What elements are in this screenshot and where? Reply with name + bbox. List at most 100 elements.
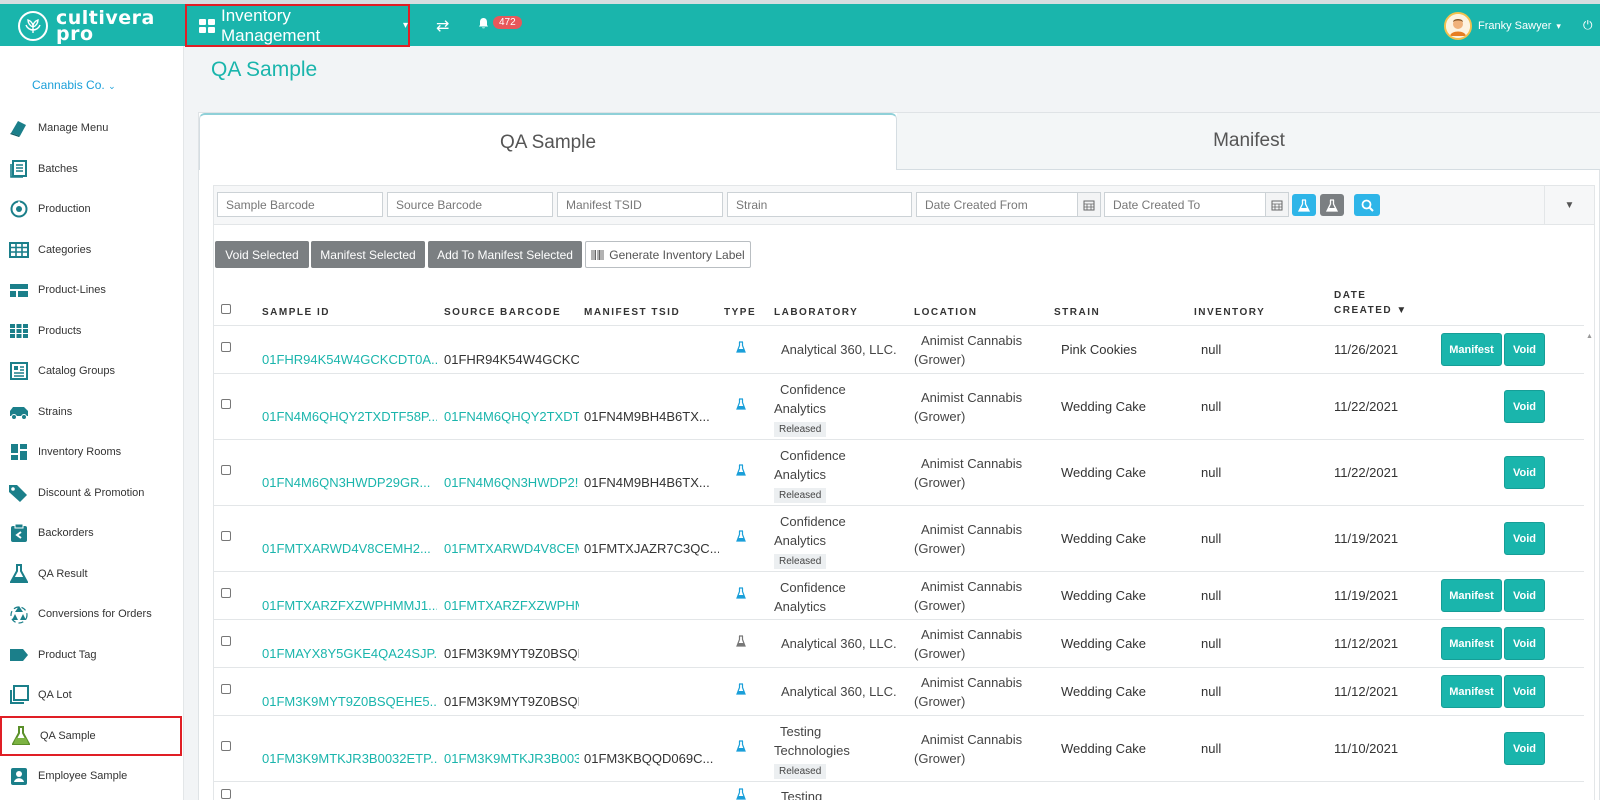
sidebar-item-qa-lot[interactable]: QA Lot bbox=[0, 675, 184, 716]
source-barcode-cell[interactable]: 01FN4M6QHQY2TXDTI bbox=[444, 409, 579, 424]
source-barcode-cell[interactable]: 01FN4M6QN3HWDP2! bbox=[444, 475, 579, 490]
user-menu[interactable]: Franky Sawyer ▾ bbox=[1444, 12, 1561, 40]
sidebar-item-backorders[interactable]: Backorders bbox=[0, 513, 184, 554]
manifest-button[interactable]: Manifest bbox=[1441, 579, 1502, 612]
power-icon[interactable]: ⏻ bbox=[1583, 18, 1593, 33]
row-checkbox[interactable] bbox=[221, 588, 231, 598]
strain-input[interactable]: Strain bbox=[727, 192, 912, 217]
col-inventory[interactable]: INVENTORY bbox=[1194, 307, 1265, 318]
calendar-from-icon[interactable] bbox=[1077, 192, 1101, 217]
table-row[interactable]: 01FMTXARZFXZWPHMMJ1... 01FMTXARZFXZWPHM Co… bbox=[214, 572, 1584, 620]
sidebar-item-discount-promotion[interactable]: Discount & Promotion bbox=[0, 473, 184, 514]
row-checkbox[interactable] bbox=[221, 399, 231, 409]
manifest-tsid-input[interactable]: Manifest TSID bbox=[557, 192, 723, 217]
row-checkbox[interactable] bbox=[221, 636, 231, 646]
table-row[interactable]: 01FN4M6QN3HWDP29GR... 01FN4M6QN3HWDP2! 01F… bbox=[214, 440, 1584, 506]
sidebar-item-manage-menu[interactable]: Manage Menu bbox=[0, 108, 184, 149]
generate-inventory-label-button[interactable]: Generate Inventory Label bbox=[585, 241, 751, 268]
sample-id-link[interactable]: 01FN4M6QHQY2TXDTF58P... bbox=[262, 409, 437, 424]
sample-id-link[interactable]: 01FHR94K54W4GCKCDT0A... bbox=[262, 352, 437, 367]
flask-filter-blue-icon[interactable] bbox=[1292, 194, 1316, 216]
source-barcode-cell[interactable]: 01FM3K9MTKJR3B003: bbox=[444, 751, 579, 766]
manifest-button[interactable]: Manifest bbox=[1441, 627, 1502, 660]
sample-id-link[interactable]: 01FMTXARZFXZWPHMMJ1... bbox=[262, 598, 437, 613]
sample-id-link[interactable]: 01FN4M6QN3HWDP29GR... bbox=[262, 475, 437, 490]
select-all-checkbox[interactable] bbox=[221, 304, 231, 314]
col-date-created[interactable]: DATE CREATED ▼ bbox=[1334, 288, 1408, 318]
row-checkbox[interactable] bbox=[221, 465, 231, 475]
table-row[interactable]: 01FHR94K54W4GCKCDT0A... 01FHR94K54W4GCKCD… bbox=[214, 326, 1584, 374]
table-row[interactable]: 01FN4M6QHQY2TXDTF58P... 01FN4M6QHQY2TXDTI… bbox=[214, 374, 1584, 440]
void-button[interactable]: Void bbox=[1504, 627, 1545, 660]
notifications-button[interactable]: 472 bbox=[478, 16, 522, 29]
source-barcode-input[interactable]: Source Barcode bbox=[387, 192, 553, 217]
sample-id-link[interactable]: 01FM3K9MTKJR3B0032ETP... bbox=[262, 751, 437, 766]
manifest-button[interactable]: Manifest bbox=[1441, 675, 1502, 708]
col-type[interactable]: TYPE bbox=[724, 307, 756, 318]
add-to-manifest-selected-button[interactable]: Add To Manifest Selected bbox=[428, 241, 582, 268]
void-button[interactable]: Void bbox=[1504, 732, 1545, 765]
col-sample-id[interactable]: SAMPLE ID bbox=[262, 307, 330, 318]
sidebar-item-batches[interactable]: Batches bbox=[0, 149, 184, 190]
row-checkbox[interactable] bbox=[221, 789, 231, 799]
void-selected-button[interactable]: Void Selected bbox=[215, 241, 309, 268]
sidebar-item-strains[interactable]: Strains bbox=[0, 392, 184, 433]
sidebar-item-catalog-groups[interactable]: Catalog Groups bbox=[0, 351, 184, 392]
void-button[interactable]: Void bbox=[1504, 456, 1545, 489]
table-scrollbar[interactable] bbox=[1584, 326, 1594, 800]
sidebar-item-qa-sample[interactable]: QA Sample bbox=[0, 715, 182, 756]
scroll-up-icon[interactable]: ▲ bbox=[1586, 333, 1593, 340]
tab-qa-sample[interactable]: QA Sample bbox=[199, 113, 897, 170]
col-strain[interactable]: STRAIN bbox=[1054, 307, 1100, 318]
sidebar-item-product-lines[interactable]: Product-Lines bbox=[0, 270, 184, 311]
void-button[interactable]: Void bbox=[1504, 579, 1545, 612]
sidebar-item-production[interactable]: Production bbox=[0, 189, 184, 230]
col-laboratory[interactable]: LABORATORY bbox=[774, 307, 858, 318]
flask-filter-gray-icon[interactable] bbox=[1320, 194, 1344, 216]
void-button[interactable]: Void bbox=[1504, 522, 1545, 555]
sample-barcode-input[interactable]: Sample Barcode bbox=[217, 192, 383, 217]
module-selector[interactable]: Inventory Management ▾ bbox=[185, 4, 410, 47]
sidebar-item-categories[interactable]: Categories bbox=[0, 230, 184, 271]
swap-arrows-icon[interactable]: ⇄ bbox=[436, 16, 449, 36]
void-button[interactable]: Void bbox=[1504, 675, 1545, 708]
date-created-to-input[interactable]: Date Created To bbox=[1104, 192, 1266, 217]
sidebar-item-employee-sample[interactable]: Employee Sample bbox=[0, 756, 184, 797]
date-created-from-input[interactable]: Date Created From bbox=[916, 192, 1078, 217]
col-location[interactable]: LOCATION bbox=[914, 307, 977, 318]
source-barcode-cell[interactable]: 01FMTXARWD4V8CEM bbox=[444, 541, 579, 556]
company-selector[interactable]: Cannabis Co. ⌄ bbox=[32, 78, 116, 92]
table-row[interactable]: 01FM3K9MTKJR3B0032ETP... 01FM3K9MTKJR3B00… bbox=[214, 716, 1584, 782]
col-source-barcode[interactable]: SOURCE BARCODE bbox=[444, 307, 561, 318]
calendar-to-icon[interactable] bbox=[1265, 192, 1289, 217]
sidebar-item-qa-result[interactable]: QA Result bbox=[0, 554, 184, 595]
void-button[interactable]: Void bbox=[1504, 390, 1545, 423]
table-row[interactable]: 01FMTXARWD4V8CEMH2... 01FMTXARWD4V8CEM 01F… bbox=[214, 506, 1584, 572]
sidebar-item-products[interactable]: Products bbox=[0, 311, 184, 352]
sidebar-item-product-tag[interactable]: Product Tag bbox=[0, 635, 184, 676]
row-checkbox[interactable] bbox=[221, 741, 231, 751]
tab-manifest[interactable]: Manifest bbox=[897, 113, 1600, 170]
sidebar-item-conversions-for-orders[interactable]: Conversions for Orders bbox=[0, 594, 184, 635]
expand-filters-caret-icon[interactable]: ▼ bbox=[1544, 186, 1594, 225]
manifest-selected-button[interactable]: Manifest Selected bbox=[311, 241, 425, 268]
sample-id-link[interactable]: 01FMTXARWD4V8CEMH2... bbox=[262, 541, 437, 556]
table-row[interactable]: 01FMAYX8Y5GKE4QA24SJP... 01FM3K9MYT9Z0BSQ… bbox=[214, 620, 1584, 668]
source-barcode-cell[interactable]: 01FMTXARZFXZWPHM bbox=[444, 598, 579, 613]
sidebar-item-label: Backorders bbox=[38, 527, 94, 540]
row-checkbox[interactable] bbox=[221, 342, 231, 352]
row-checkbox[interactable] bbox=[221, 684, 231, 694]
table-row[interactable]: 01FM3K9MYT9Z0BSQEHE5... 01FM3K9MYT9Z0BSQE… bbox=[214, 668, 1584, 716]
cultivera-logo[interactable]: cultivera pro bbox=[18, 8, 178, 44]
sample-id-link[interactable]: 01FMAYX8Y5GKE4QA24SJP... bbox=[262, 646, 437, 661]
search-icon[interactable] bbox=[1354, 194, 1380, 216]
laboratory-cell: Analytical 360, LLC. bbox=[774, 682, 897, 701]
manifest-button[interactable]: Manifest bbox=[1441, 333, 1502, 366]
col-manifest-tsid[interactable]: MANIFEST TSID bbox=[584, 307, 680, 318]
void-button[interactable]: Void bbox=[1504, 333, 1545, 366]
sample-id-link[interactable]: 01FM3K9MYT9Z0BSQEHE5... bbox=[262, 694, 437, 709]
strain-cell: Wedding Cake bbox=[1061, 741, 1147, 756]
sidebar-item-inventory-rooms[interactable]: Inventory Rooms bbox=[0, 432, 184, 473]
table-row[interactable]: Testing bbox=[214, 782, 1584, 800]
row-checkbox[interactable] bbox=[221, 531, 231, 541]
